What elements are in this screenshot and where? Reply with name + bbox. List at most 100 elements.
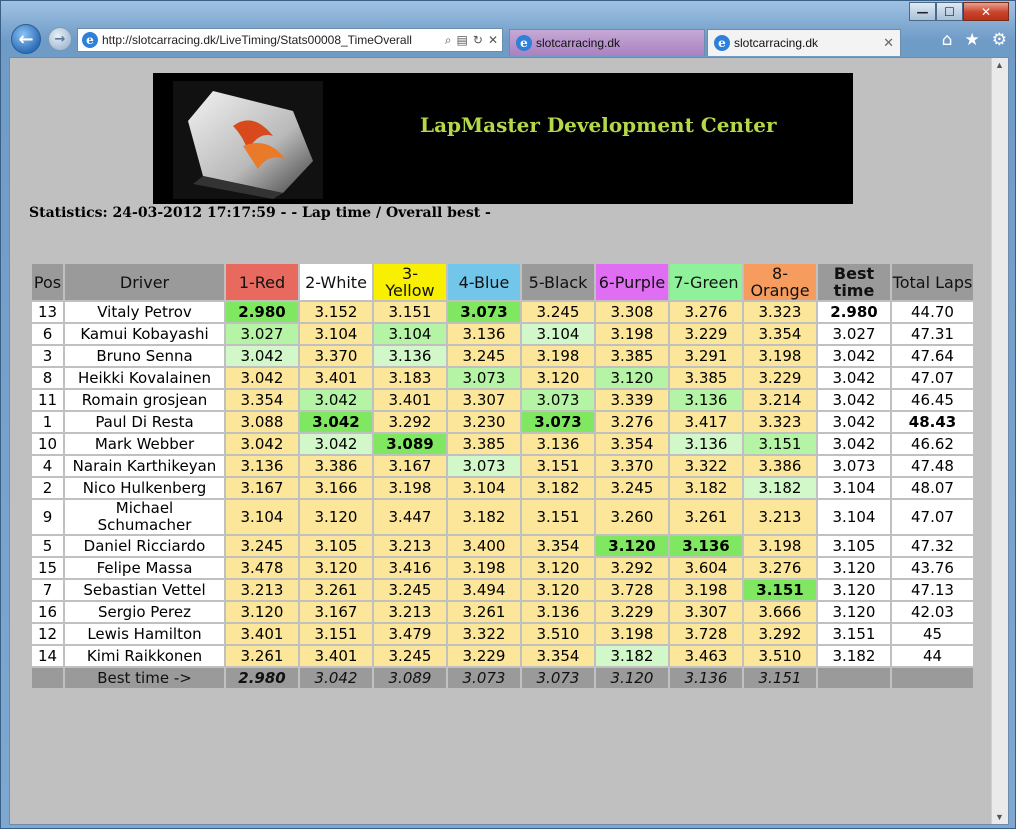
lap-time-cell: 3.198 [596,324,668,344]
address-bar[interactable]: e http://slotcarracing.dk/LiveTiming/Sta… [77,28,503,52]
total-laps-cell: 48.43 [892,412,973,432]
driver-cell: Daniel Ricciardo [65,536,224,556]
lap-time-cell: 3.276 [596,412,668,432]
lap-time-cell: 3.354 [522,646,594,666]
lap-time-cell: 3.104 [522,324,594,344]
search-icon[interactable]: ⌕ [445,33,452,48]
table-body: 13 Vitaly Petrov 2.980 3.152 3.151 3.073 3.245… [32,302,973,688]
lap-time-cell: 3.323 [744,412,816,432]
browser-window: — ☐ ✕ ← → e http://slotcarracing.dk/Live… [0,0,1016,829]
footer-best-lane-cell: 3.120 [596,668,668,688]
lap-time-cell: 3.322 [448,624,520,644]
home-icon[interactable]: ⌂ [942,30,953,50]
tab-slotcarracing-1[interactable]: e slotcarracing.dk [509,29,705,56]
lap-time-cell: 3.478 [226,558,298,578]
lap-time-cell: 3.042 [226,368,298,388]
lap-time-cell: 3.370 [596,456,668,476]
window-controls: — ☐ ✕ [909,2,1009,21]
scroll-down-icon[interactable]: ▼ [995,812,1004,822]
best-time-cell: 3.042 [818,390,890,410]
best-time-cell: 2.980 [818,302,890,322]
lap-time-cell: 3.417 [670,412,742,432]
table-row: 6 Kamui Kobayashi 3.027 3.104 3.104 3.136 3.10… [32,324,973,344]
lap-time-cell: 3.166 [300,478,372,498]
lap-time-cell: 3.151 [300,624,372,644]
minimize-button[interactable]: — [909,2,936,21]
header-pos: Pos [32,264,63,300]
driver-cell: Vitaly Petrov [65,302,224,322]
lap-time-cell: 3.245 [448,346,520,366]
driver-cell: Kamui Kobayashi [65,324,224,344]
maximize-button[interactable]: ☐ [936,2,963,21]
pos-cell: 16 [32,602,63,622]
close-window-button[interactable]: ✕ [963,2,1009,21]
banner-title: LapMaster Development Center [420,113,777,137]
best-time-cell: 3.042 [818,346,890,366]
lap-time-cell: 3.198 [596,624,668,644]
lap-time-cell: 3.089 [374,434,446,454]
lap-time-cell: 3.120 [522,558,594,578]
driver-cell: Nico Hulkenberg [65,478,224,498]
lap-time-cell: 2.980 [226,302,298,322]
lap-time-cell: 3.401 [374,390,446,410]
driver-cell: Bruno Senna [65,346,224,366]
forward-button[interactable]: → [48,27,72,51]
lap-time-cell: 3.042 [300,434,372,454]
stop-icon[interactable]: ✕ [488,33,498,48]
back-button[interactable]: ← [11,24,41,54]
address-tools: ⌕ ▤ ↻ ✕ [441,33,502,48]
pos-cell: 8 [32,368,63,388]
header-lane-4: 4-Blue [448,264,520,300]
table-row: 13 Vitaly Petrov 2.980 3.152 3.151 3.073 3.245… [32,302,973,322]
lap-time-cell: 3.307 [670,602,742,622]
table-row: 15 Felipe Massa 3.478 3.120 3.416 3.198 3.120 3… [32,558,973,578]
lap-time-cell: 3.479 [374,624,446,644]
browser-toolbar: ← → e http://slotcarracing.dk/LiveTiming… [1,23,1015,57]
lap-time-cell: 3.198 [374,478,446,498]
lap-time-cell: 3.213 [744,500,816,534]
lap-time-cell: 3.510 [522,624,594,644]
lap-time-cell: 3.276 [744,558,816,578]
table-row: 10 Mark Webber 3.042 3.042 3.089 3.385 3.136 3.… [32,434,973,454]
table-row: 1 Paul Di Resta 3.088 3.042 3.292 3.230 3.073 3… [32,412,973,432]
settings-gear-icon[interactable]: ⚙ [992,30,1007,50]
header-driver: Driver [65,264,224,300]
footer-best-lane-cell: 3.151 [744,668,816,688]
lap-time-cell: 3.339 [596,390,668,410]
best-time-cell: 3.042 [818,368,890,388]
refresh-icon[interactable]: ↻ [473,33,483,48]
lap-time-cell: 3.385 [448,434,520,454]
header-lane-2: 2-White [300,264,372,300]
lap-time-cell: 3.104 [300,324,372,344]
lap-time-cell: 3.151 [374,302,446,322]
lap-time-cell: 3.136 [522,602,594,622]
driver-cell: Romain grosjean [65,390,224,410]
address-url[interactable]: http://slotcarracing.dk/LiveTiming/Stats… [102,33,441,47]
lap-time-cell: 3.213 [374,536,446,556]
total-laps-cell: 47.13 [892,580,973,600]
lap-time-cell: 3.073 [522,412,594,432]
best-time-cell: 3.151 [818,624,890,644]
lap-time-cell: 3.182 [596,646,668,666]
close-tab-icon[interactable]: ✕ [883,35,894,51]
lap-time-cell: 3.088 [226,412,298,432]
vertical-scrollbar[interactable]: ▲ ▼ [991,58,1008,824]
lap-times-table: Pos Driver 1-Red 2-White 3- Yellow 4-Blu… [30,262,975,690]
pos-cell: 11 [32,390,63,410]
footer-best-lane-cell: 2.980 [226,668,298,688]
lap-time-cell: 3.604 [670,558,742,578]
tab-slotcarracing-2[interactable]: e slotcarracing.dk ✕ [707,29,901,56]
lap-time-cell: 3.245 [226,536,298,556]
favorites-star-icon[interactable]: ★ [965,30,980,50]
lap-time-cell: 3.120 [596,536,668,556]
lap-time-cell: 3.214 [744,390,816,410]
pos-cell: 5 [32,536,63,556]
lap-time-cell: 3.261 [226,646,298,666]
compatibility-icon[interactable]: ▤ [457,33,468,48]
best-time-cell: 3.042 [818,434,890,454]
pos-cell: 12 [32,624,63,644]
lap-time-cell: 3.104 [226,500,298,534]
lap-time-cell: 3.463 [670,646,742,666]
scroll-up-icon[interactable]: ▲ [995,60,1004,70]
ie-page-icon: e [82,32,98,48]
